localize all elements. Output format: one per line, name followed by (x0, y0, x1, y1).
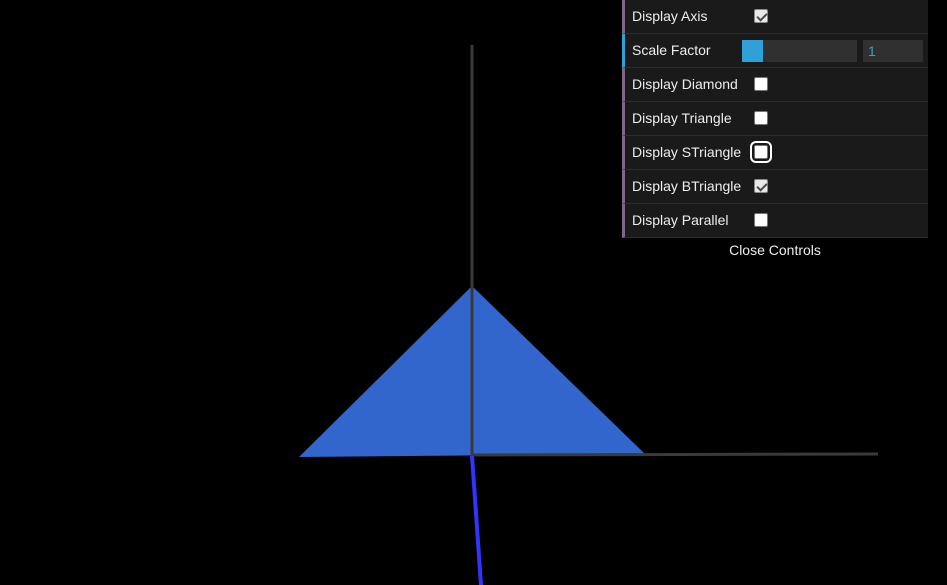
control-row-display-diamond[interactable]: Display Diamond (622, 68, 928, 102)
display-parallel-checkbox[interactable] (754, 213, 768, 227)
control-label: Display Parallel (632, 212, 729, 228)
display-triangle-checkbox[interactable] (754, 111, 768, 125)
controls-panel: Display Axis Scale Factor Display Diamon… (622, 0, 928, 261)
display-striangle-checkbox[interactable] (750, 141, 772, 163)
control-row-display-axis[interactable]: Display Axis (622, 0, 928, 34)
x-axis (471, 452, 879, 457)
control-label: Display Diamond (632, 76, 738, 92)
control-label: Display Axis (632, 8, 708, 24)
scale-factor-input[interactable] (863, 40, 923, 62)
close-controls-button[interactable]: Close Controls (622, 239, 928, 261)
control-row-display-btriangle[interactable]: Display BTriangle (622, 170, 928, 204)
slider-fill (742, 40, 763, 62)
control-row-scale-factor[interactable]: Scale Factor (622, 34, 928, 68)
control-label: Display Triangle (632, 110, 732, 126)
control-label: Display BTriangle (632, 178, 742, 194)
control-row-display-triangle[interactable]: Display Triangle (622, 102, 928, 136)
control-row-display-striangle[interactable]: Display STriangle (622, 136, 928, 170)
control-label: Display STriangle (632, 144, 742, 160)
display-axis-checkbox[interactable] (754, 9, 768, 23)
control-label: Scale Factor (632, 42, 711, 58)
display-diamond-checkbox[interactable] (754, 77, 768, 91)
z-axis (470, 456, 483, 585)
display-btriangle-checkbox[interactable] (754, 179, 768, 193)
control-row-display-parallel[interactable]: Display Parallel (622, 204, 928, 238)
scale-factor-slider[interactable] (742, 40, 857, 62)
